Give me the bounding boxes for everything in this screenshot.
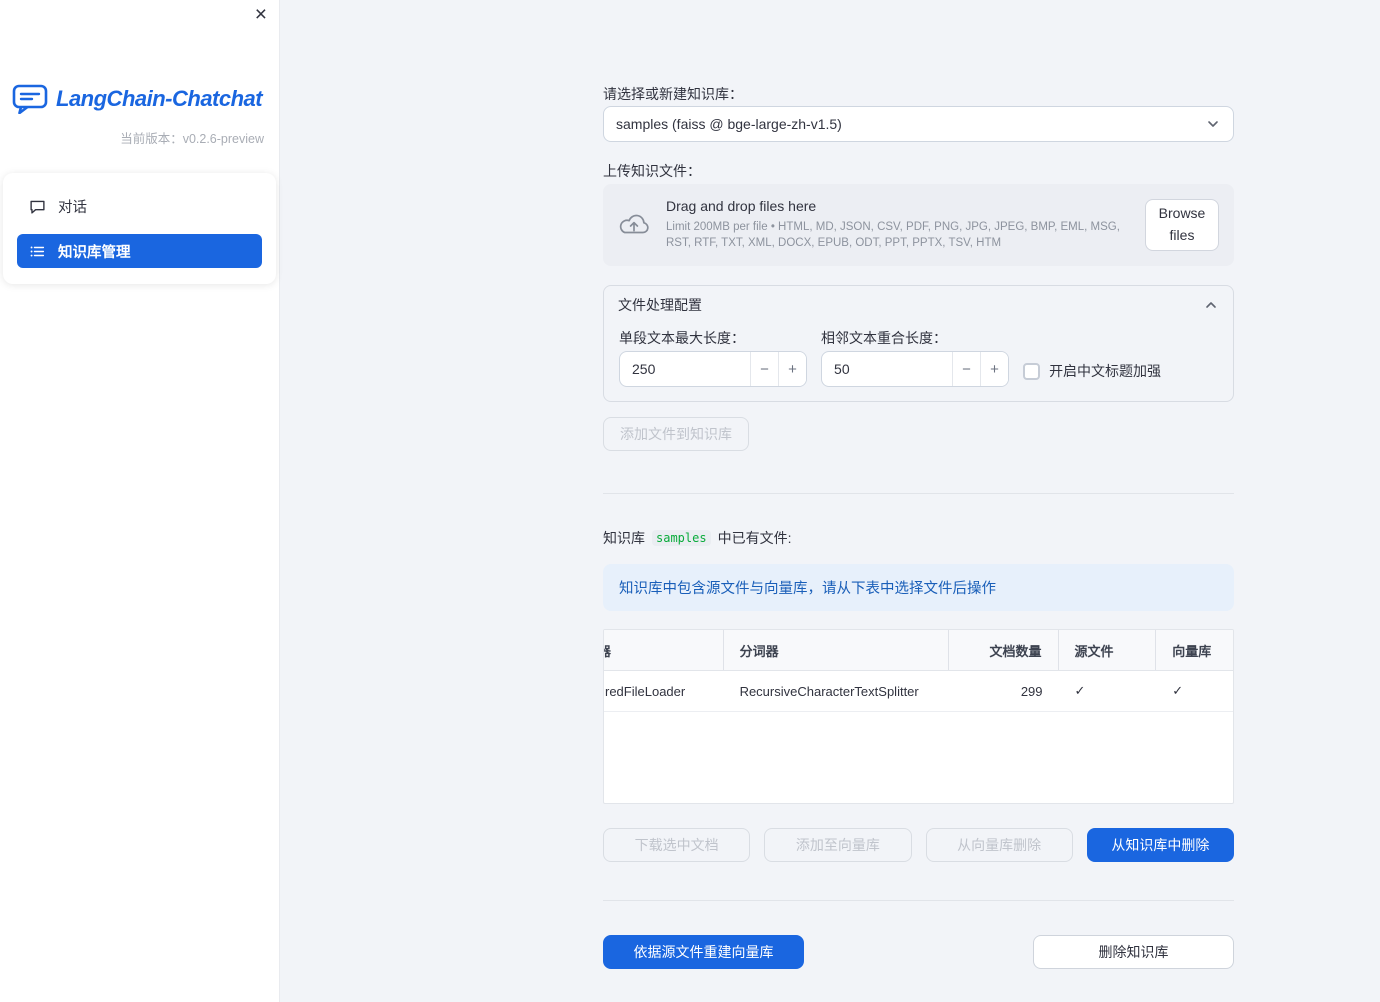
close-icon[interactable]: × [255,4,267,25]
kb-files-heading: 知识库 samples 中已有文件: [603,527,1234,549]
sidebar-item-label: 知识库管理 [58,244,131,261]
chevron-up-icon [1206,302,1216,308]
divider [603,900,1234,901]
files-table: 器 分词器 文档数量 源文件 向量库 redFileLoader Recursi… [603,629,1234,804]
app-title: LangChain-Chatchat [56,86,263,111]
chevron-down-icon [1208,121,1218,127]
file-config-expander: 文件处理配置 单段文本最大长度： 250 − + 相邻文本重合长度： 50 − … [603,285,1234,402]
column-header-doc-count[interactable]: 文档数量 [949,630,1059,670]
cloud-upload-icon [619,214,649,234]
kb-actions-row: 依据源文件重建向量库 删除知识库 [603,935,1234,969]
overlap-label: 相邻文本重合长度： [821,330,948,346]
minus-button[interactable]: − [952,352,981,386]
column-header-splitter[interactable]: 分词器 [724,630,949,670]
kb-select-label: 请选择或新建知识库： [603,86,743,102]
rebuild-vector-store-button[interactable]: 依据源文件重建向量库 [603,935,804,969]
sidebar-item-kb-manage[interactable]: 知识库管理 [17,234,262,268]
dropzone-title: Drag and drop files here [666,198,817,215]
list-icon [30,246,45,256]
chat-icon [30,200,45,214]
version-value: v0.2.6-preview [182,132,264,146]
upload-label: 上传知识文件： [603,163,701,179]
cell-doc-count: 299 [1020,683,1043,699]
plus-button[interactable]: + [980,352,1009,386]
minus-button[interactable]: − [750,352,779,386]
info-banner: 知识库中包含源文件与向量库，请从下表中选择文件后操作 [603,564,1234,611]
column-header-loader[interactable]: 器 [604,630,724,670]
delete-from-kb-button[interactable]: 从知识库中删除 [1086,828,1234,862]
kb-name-code: samples [652,530,711,546]
expander-title: 文件处理配置 [618,297,702,313]
download-selected-button[interactable]: 下载选中文档 [603,828,751,862]
cell-splitter: RecursiveCharacterTextSplitter [739,683,919,699]
app-logo: LangChain-Chatchat [0,84,279,114]
divider [603,493,1234,494]
sidebar-item-label: 对话 [58,199,87,216]
sidebar-menu: 对话 知识库管理 [3,173,276,284]
sidebar: × LangChain-Chatchat 当前版本：v0.2.6-preview… [0,0,280,1002]
overlap-value[interactable]: 50 [822,352,952,386]
column-header-vector-store[interactable]: 向量库 [1156,630,1233,670]
plus-button[interactable]: + [778,352,807,386]
browse-files-button[interactable]: Browse files [1145,199,1219,251]
sidebar-item-dialogue[interactable]: 对话 [17,189,262,223]
logo-icon [12,84,48,114]
add-files-button[interactable]: 添加文件到知识库 [603,417,749,451]
zh-title-checkbox[interactable] [1023,362,1041,380]
delete-from-vector-button[interactable]: 从向量库删除 [925,828,1073,862]
cell-vector-store-check: ✓ [1172,683,1184,698]
overlap-input[interactable]: 50 − + [821,351,1010,387]
chunk-size-label: 单段文本最大长度： [619,330,745,346]
kb-files-suffix: 中已有文件: [717,530,792,546]
version-label: 当前版本： [120,132,183,146]
table-row[interactable]: redFileLoader RecursiveCharacterTextSpli… [604,671,1233,712]
kb-select-value: samples (faiss @ bge-large-zh-v1.5) [616,116,842,132]
expander-header[interactable]: 文件处理配置 [604,286,1233,324]
cell-loader: redFileLoader [605,683,686,699]
delete-kb-button[interactable]: 删除知识库 [1033,935,1234,969]
file-dropzone[interactable]: Drag and drop files here Limit 200MB per… [603,184,1234,266]
column-header-source-file[interactable]: 源文件 [1059,630,1157,670]
chunk-size-value[interactable]: 250 [620,352,750,386]
chunk-size-input[interactable]: 250 − + [619,351,808,387]
add-to-vector-button[interactable]: 添加至向量库 [764,828,912,862]
dropzone-limit-text: Limit 200MB per file • HTML, MD, JSON, C… [666,221,1120,249]
kb-select[interactable]: samples (faiss @ bge-large-zh-v1.5) [603,106,1234,142]
kb-files-prefix: 知识库 [603,530,645,546]
zh-title-checkbox-label: 开启中文标题加强 [1049,363,1162,379]
table-header-row: 器 分词器 文档数量 源文件 向量库 [604,630,1233,671]
main-area: 请选择或新建知识库： samples (faiss @ bge-large-zh… [280,0,1380,1002]
file-actions-row: 下载选中文档 添加至向量库 从向量库删除 从知识库中删除 [603,828,1234,862]
zh-title-checkbox-row: 开启中文标题加强 [1023,355,1218,387]
version-text: 当前版本：v0.2.6-preview [0,128,279,147]
cell-source-file-check: ✓ [1074,683,1086,698]
